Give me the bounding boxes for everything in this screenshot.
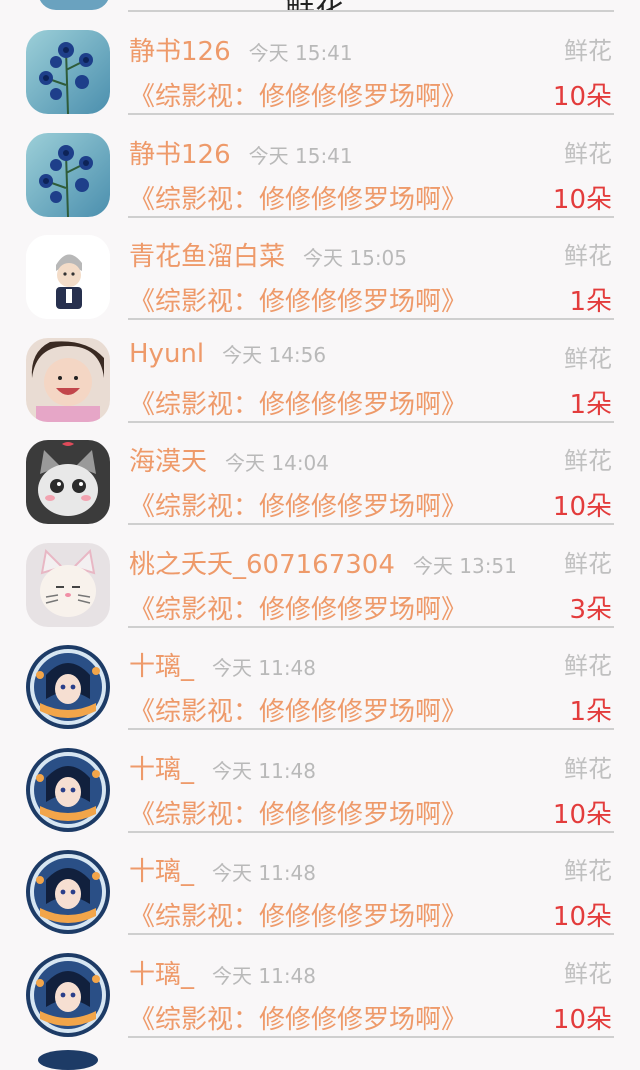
anime-badge-avatar-icon[interactable] — [26, 850, 110, 934]
cut-off-avatar-icon — [38, 0, 110, 10]
sender-name-text[interactable]: 十璃_ — [129, 960, 194, 990]
divider — [128, 625, 614, 628]
divider — [128, 10, 614, 12]
gift-time: 今天 13:51 — [412, 553, 517, 578]
gift-count: 1朵 — [569, 697, 612, 727]
cat-avatar-icon[interactable] — [26, 440, 110, 524]
gift-row[interactable]: 桃之夭夭_607167304 今天 13:51 鲜花 《综影视：修修修修罗场啊》 … — [0, 531, 640, 634]
book-title[interactable]: 《综影视：修修修修罗场啊》 — [129, 179, 467, 216]
gift-time: 今天 11:48 — [212, 861, 317, 885]
divider — [128, 215, 614, 218]
divider — [128, 933, 614, 935]
sender-name-text[interactable]: 十璃_ — [129, 857, 194, 887]
gift-row[interactable]: 静书126 今天 15:41 鲜花 《综影视：修修修修罗场啊》 10朵 — [0, 121, 640, 224]
divider — [128, 728, 614, 730]
sender-name-text[interactable]: Hyunl — [129, 339, 204, 369]
divider — [128, 1035, 614, 1038]
sender-name-text[interactable]: 十璃_ — [129, 755, 194, 785]
gift-row[interactable]: Hyunl 今天 14:56 鲜花 《综影视：修修修修罗场啊》 1朵 — [0, 326, 640, 429]
gift-row[interactable]: 十璃_ 今天 11:48 鲜花 《综影视：修修修修罗场啊》 1朵 — [0, 633, 640, 736]
gift-row[interactable]: 静书126 今天 15:41 鲜花 《综影视：修修修修罗场啊》 10朵 — [0, 18, 640, 121]
gift-row[interactable]: 十璃_ 今天 11:48 鲜花 《综影视：修修修修罗场啊》 10朵 — [0, 838, 640, 941]
gift-type: 鲜花 — [564, 447, 612, 475]
sender-name-text[interactable]: 海漠天 — [129, 447, 207, 477]
anime-badge-avatar-icon[interactable] — [26, 747, 110, 832]
gift-type: 鲜花 — [564, 242, 612, 270]
sender-name[interactable]: 十璃_ 今天 11:48 — [129, 646, 316, 683]
anime-badge-avatar-icon[interactable] — [26, 952, 110, 1037]
cut-off-avatar-icon — [38, 1050, 98, 1070]
gift-time: 今天 15:41 — [248, 143, 353, 168]
gift-count: 1朵 — [569, 287, 612, 317]
gift-type: 鲜花 — [564, 857, 612, 885]
cartoon-man-avatar-icon[interactable] — [26, 235, 110, 319]
gift-type: 鲜花 — [564, 959, 612, 988]
anime-badge-avatar-icon[interactable] — [26, 645, 110, 729]
sender-name[interactable]: Hyunl 今天 14:56 — [129, 339, 326, 369]
book-title[interactable]: 《综影视：修修修修罗场啊》 — [129, 691, 467, 728]
sender-name-text[interactable]: 桃之夭夭_607167304 — [129, 550, 395, 580]
gift-count: 10朵 — [552, 82, 612, 112]
sender-name[interactable]: 静书126 今天 15:41 — [129, 31, 353, 68]
gift-time: 今天 11:48 — [212, 758, 317, 783]
gift-type: 鲜花 — [564, 754, 612, 783]
gift-time: 今天 11:48 — [212, 656, 317, 680]
book-title[interactable]: 《综影视：修修修修罗场啊》 — [129, 896, 467, 933]
book-title[interactable]: 《综影视：修修修修罗场啊》 — [129, 76, 467, 113]
gift-count: 10朵 — [552, 492, 612, 522]
sender-name[interactable]: 桃之夭夭_607167304 今天 13:51 — [129, 544, 517, 581]
gift-type: 鲜花 — [564, 549, 612, 578]
gift-count: 10朵 — [552, 184, 612, 215]
gift-list: 静书126 今天 15:41 鲜花 《综影视：修修修修罗场啊》 10朵 静书126… — [0, 18, 640, 1043]
sender-name[interactable]: 静书126 今天 15:41 — [129, 134, 353, 171]
gift-row[interactable]: 青花鱼溜白菜 今天 15:05 鲜花 《综影视：修修修修罗场啊》 1朵 — [0, 223, 640, 326]
divider — [128, 420, 614, 423]
cat-filter-avatar-icon[interactable] — [26, 542, 110, 627]
gift-count: 10朵 — [552, 902, 612, 932]
gift-row[interactable]: 十璃_ 今天 11:48 鲜花 《综影视：修修修修罗场啊》 10朵 — [0, 941, 640, 1044]
book-title[interactable]: 《综影视：修修修修罗场啊》 — [129, 999, 467, 1036]
sender-name-text[interactable]: 静书126 — [129, 37, 231, 67]
book-title[interactable]: 《综影视：修修修修罗场啊》 — [129, 281, 467, 318]
gift-row[interactable]: 海漠天 今天 14:04 鲜花 《综影视：修修修修罗场啊》 10朵 — [0, 428, 640, 531]
gift-type: 鲜花 — [564, 344, 612, 373]
gift-row[interactable]: 十璃_ 今天 11:48 鲜花 《综影视：修修修修罗场啊》 10朵 — [0, 736, 640, 839]
gift-time: 今天 11:48 — [212, 963, 317, 988]
gift-type: 鲜花 — [564, 652, 612, 680]
book-title[interactable]: 《综影视：修修修修罗场啊》 — [129, 486, 467, 523]
gift-count: 10朵 — [552, 1004, 612, 1035]
blue-flowers-avatar-icon[interactable] — [26, 30, 110, 114]
gift-count: 10朵 — [552, 799, 612, 830]
gift-type: 鲜花 — [564, 139, 612, 168]
blue-flowers-avatar-icon[interactable] — [26, 132, 110, 217]
book-title[interactable]: 《综影视：修修修修罗场啊》 — [129, 794, 467, 831]
gift-count: 3朵 — [569, 594, 612, 625]
divider — [128, 523, 614, 525]
sender-name[interactable]: 十璃_ 今天 11:48 — [129, 851, 316, 888]
sender-name[interactable]: 海漠天 今天 14:04 — [129, 441, 329, 478]
divider — [128, 318, 614, 320]
gift-time: 今天 14:04 — [225, 451, 330, 475]
gift-type: 鲜花 — [564, 37, 612, 65]
sender-name-text[interactable]: 青花鱼溜白菜 — [129, 242, 285, 272]
top-sliver: 鲜花 — [0, 0, 640, 12]
gift-time: 今天 15:41 — [248, 41, 353, 65]
book-title[interactable]: 《综影视：修修修修罗场啊》 — [129, 589, 467, 626]
book-title[interactable]: 《综影视：修修修修罗场啊》 — [129, 384, 467, 421]
sender-name[interactable]: 十璃_ 今天 11:48 — [129, 954, 316, 991]
gift-time: 今天 15:05 — [303, 246, 408, 270]
sender-name-text[interactable]: 静书126 — [129, 140, 231, 170]
sender-name[interactable]: 十璃_ 今天 11:48 — [129, 749, 316, 786]
gift-count: 1朵 — [569, 389, 612, 420]
baby-avatar-icon[interactable] — [26, 337, 110, 422]
sender-name[interactable]: 青花鱼溜白菜 今天 15:05 — [129, 236, 407, 273]
divider — [128, 830, 614, 833]
divider — [128, 113, 614, 115]
gift-time: 今天 14:56 — [222, 342, 327, 367]
sender-name-text[interactable]: 十璃_ — [129, 652, 194, 682]
